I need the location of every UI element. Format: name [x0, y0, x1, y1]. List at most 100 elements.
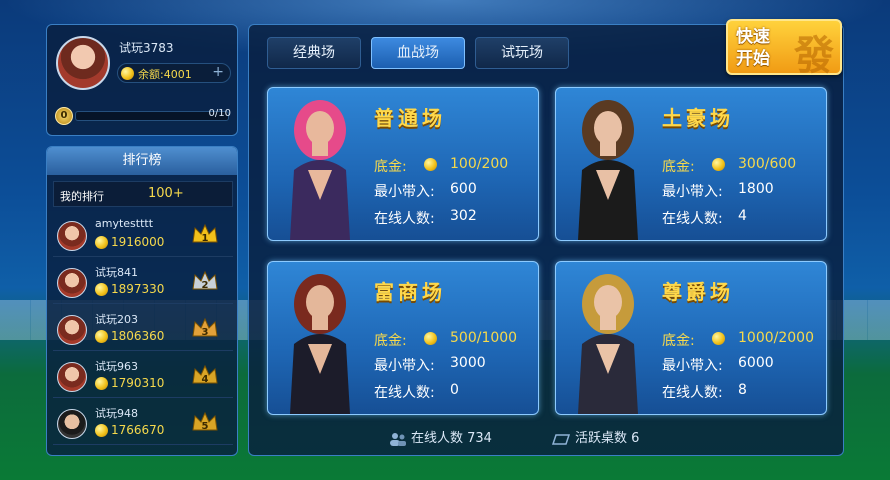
profile-panel: 试玩3783 余额:4001 + 0 0/10 [46, 24, 238, 136]
ranking-coins: 1766670 [95, 423, 164, 437]
rank-number: 1 [202, 233, 209, 244]
coin-icon [95, 283, 108, 296]
room-online: 在线人数: 8 [662, 382, 747, 402]
ranking-name: 试玩841 [95, 266, 138, 279]
avatar[interactable] [56, 36, 110, 90]
crown-icon: 2 [191, 269, 219, 293]
rank-number: 2 [202, 280, 209, 291]
ranking-coins-value: 1897330 [111, 282, 165, 296]
crown-icon: 4 [191, 363, 219, 387]
balance-text: 余额:4001 [138, 68, 192, 81]
room-min: 最小带入: 3000 [374, 355, 486, 375]
online-label: 在线人数: [662, 211, 723, 227]
room-base: 底金: 100/200 [374, 156, 508, 176]
table-icon [551, 433, 571, 445]
online-count-text: 在线人数 734 [411, 431, 492, 446]
active-tables-text: 活跃桌数 6 [575, 431, 640, 446]
avatar [57, 221, 87, 251]
online-value: 4 [738, 208, 747, 224]
coin-icon [712, 332, 725, 345]
ranking-row[interactable]: 试玩963 1790310 4 [53, 354, 233, 398]
room-card[interactable]: 尊爵场 底金: 1000/2000 最小带入: 6000 在线人数: 8 [555, 261, 827, 415]
room-base: 底金: 300/600 [662, 156, 796, 176]
ranking-coins: 1806360 [95, 329, 164, 343]
room-card[interactable]: 普通场 底金: 100/200 最小带入: 600 在线人数: 302 [267, 87, 539, 241]
add-coins-button[interactable]: + [212, 64, 224, 80]
tab-bloodbattle[interactable]: 血战场 [371, 37, 465, 69]
character-figure [578, 274, 638, 414]
avatar [57, 409, 87, 439]
ranking-coins: 1897330 [95, 282, 164, 296]
level-badge: 0 [55, 107, 73, 125]
ranking-coins-value: 1806360 [111, 329, 165, 343]
ranking-coins-value: 1766670 [111, 423, 165, 437]
ranking-coins-value: 1916000 [111, 235, 165, 249]
room-min: 最小带入: 6000 [662, 355, 774, 375]
min-value: 3000 [450, 355, 486, 371]
rank-number: 5 [202, 421, 209, 432]
coin-icon [424, 158, 437, 171]
ranking-panel: 排行榜 我的排行 100+ amytestttt 1916000 1 试玩841… [46, 146, 238, 456]
base-value: 1000/2000 [738, 330, 814, 346]
tab-classic[interactable]: 经典场 [267, 37, 361, 69]
rank-number: 3 [202, 327, 209, 338]
avatar [57, 315, 87, 345]
ranking-coins: 1790310 [95, 376, 164, 390]
min-value: 6000 [738, 355, 774, 371]
room-name: 普通场 [374, 106, 446, 130]
quick-start-button[interactable]: 快速 开始 發 [726, 19, 842, 79]
my-rank-label: 我的排行 [60, 190, 104, 203]
quick-start-line2: 开始 [736, 49, 770, 69]
rank-number: 4 [202, 374, 209, 385]
coin-icon [424, 332, 437, 345]
my-rank-value: 100+ [148, 186, 184, 201]
quick-start-line1: 快速 [736, 27, 770, 47]
crown-icon: 5 [191, 410, 219, 434]
online-label: 在线人数: [374, 385, 435, 401]
tab-trial[interactable]: 试玩场 [475, 37, 569, 69]
base-value: 100/200 [450, 156, 509, 172]
fa-char-icon: 發 [794, 32, 834, 79]
room-card[interactable]: 富商场 底金: 500/1000 最小带入: 3000 在线人数: 0 [267, 261, 539, 415]
ranking-coins-value: 1790310 [111, 376, 165, 390]
coin-icon [121, 67, 134, 80]
coin-icon [95, 377, 108, 390]
base-label: 底金: [374, 333, 407, 349]
ranking-name: amytestttt [95, 217, 154, 230]
online-label: 在线人数: [374, 211, 435, 227]
ranking-row[interactable]: 试玩203 1806360 3 [53, 307, 233, 351]
crown-icon: 3 [191, 316, 219, 340]
online-label: 在线人数: [662, 385, 723, 401]
ranking-name: 试玩948 [95, 407, 138, 420]
coin-icon [95, 424, 108, 437]
ranking-title: 排行榜 [47, 147, 237, 175]
online-value: 0 [450, 382, 459, 398]
username: 试玩3783 [119, 41, 174, 55]
room-min: 最小带入: 1800 [662, 181, 774, 201]
room-name: 富商场 [374, 280, 446, 304]
balance-box: 余额:4001 + [117, 63, 231, 83]
min-value: 1800 [738, 181, 774, 197]
xp-text: 0/10 [208, 108, 231, 119]
ranking-row[interactable]: amytestttt 1916000 1 [53, 213, 233, 257]
ranking-row[interactable]: 试玩948 1766670 5 [53, 401, 233, 445]
xp-bar [75, 111, 229, 121]
room-name: 尊爵场 [662, 280, 734, 304]
room-online: 在线人数: 4 [662, 208, 747, 228]
online-value: 302 [450, 208, 477, 224]
ranking-row[interactable]: 试玩841 1897330 2 [53, 260, 233, 304]
online-count: 在线人数 734 [389, 427, 492, 446]
min-label: 最小带入: [374, 358, 435, 374]
ranking-coins: 1916000 [95, 235, 164, 249]
base-label: 底金: [662, 159, 695, 175]
avatar [57, 362, 87, 392]
people-icon [390, 432, 406, 446]
base-value: 500/1000 [450, 330, 518, 346]
my-rank: 我的排行 100+ [53, 181, 233, 207]
character-figure [290, 274, 350, 414]
room-card[interactable]: 土豪场 底金: 300/600 最小带入: 1800 在线人数: 4 [555, 87, 827, 241]
room-name: 土豪场 [662, 106, 734, 130]
ranking-name: 试玩203 [95, 313, 138, 326]
character-figure [578, 100, 638, 240]
ranking-name: 试玩963 [95, 360, 138, 373]
